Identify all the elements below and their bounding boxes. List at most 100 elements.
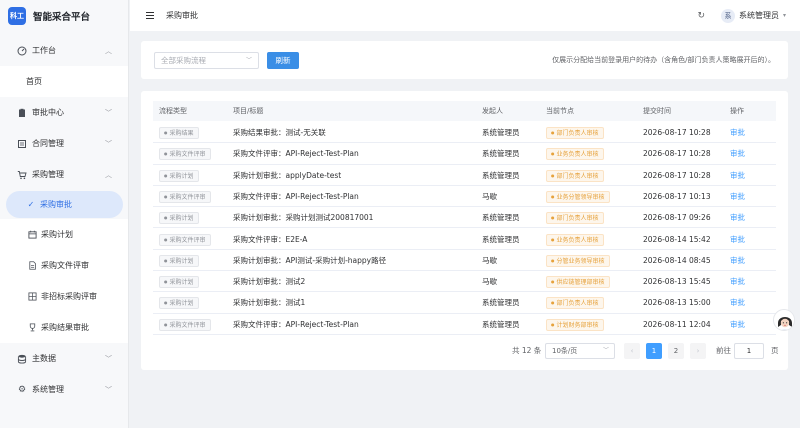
chevron-down-icon: ﹀ xyxy=(245,57,252,64)
sidebar-item-label: 采购计划 xyxy=(41,230,73,239)
chevron-down-icon: ﹀ xyxy=(105,355,112,363)
current-node-tag: 供应链管理部审核 xyxy=(546,276,610,289)
row-initiator: 系统管理员 xyxy=(482,149,520,159)
sidebar-item-system[interactable]: ⚙ 系统管理 ﹀ xyxy=(0,374,128,405)
row-submit-time: 2026-08-14 15:42 xyxy=(643,234,711,244)
row-submit-time: 2026-08-17 10:13 xyxy=(643,191,711,201)
app-logo[interactable]: 科工 智能采合平台 xyxy=(0,0,128,32)
current-node-tag: 部门负责人审核 xyxy=(546,169,604,182)
row-initiator: 系统管理员 xyxy=(482,234,520,244)
approve-link[interactable]: 审批 xyxy=(730,271,745,292)
column-header-type: 流程类型 xyxy=(159,107,187,115)
sidebar-item-procurement-plan[interactable]: 采购计划 xyxy=(0,219,128,250)
approve-link[interactable]: 审批 xyxy=(730,229,745,250)
row-title: 采购计划审批：测试1 xyxy=(233,298,306,308)
chevron-up-icon: ︿ xyxy=(105,171,112,179)
row-initiator: 系统管理员 xyxy=(482,213,520,223)
refresh-button[interactable]: 刷新 xyxy=(267,52,299,69)
table-row: 采购计划 采购计划审批：测试2 马歇 供应链管理部审核 2026-08-13 15:45… xyxy=(153,271,776,293)
current-node-tag: 业务负责人审核 xyxy=(546,148,604,161)
next-page-button[interactable]: › xyxy=(690,343,706,359)
table-row: 采购计划 采购计划审批：采购计划测试200817001 系统管理员 部门负责人审核 20… xyxy=(153,207,776,229)
avatar[interactable]: 系 xyxy=(720,8,735,23)
process-type-tag: 采购文件评审 xyxy=(159,318,211,331)
sidebar-item-non-tender-review[interactable]: 非招标采购评审 xyxy=(0,281,128,312)
filter-bar: 全部采购流程 ﹀ 刷新 仅展示分配给当前登录用户的待办（含角色/部门负责人策略展… xyxy=(141,41,788,79)
row-submit-time: 2026-08-13 15:00 xyxy=(643,298,711,308)
sidebar-item-workbench[interactable]: 工作台 ︿ xyxy=(0,35,128,66)
pagination: 共 12 条 10条/页 ﹀ ‹ 1 2 › 前往 1 页 xyxy=(141,341,788,361)
sidebar-item-label: 审批中心 xyxy=(32,108,64,117)
sidebar-item-label: 采购管理 xyxy=(32,170,64,179)
row-initiator: 系统管理员 xyxy=(482,128,520,137)
row-title: 采购计划审批：采购计划测试200817001 xyxy=(233,213,374,223)
sidebar-item-label: 系统管理 xyxy=(32,385,64,394)
sidebar-nav: 工作台 ︿ 首页 审批中心 ﹀ 合同管理 ﹀ 采购管理 ︿ ✓ 采购审批 采购计… xyxy=(0,35,128,405)
sidebar-item-master-data[interactable]: 主数据 ﹀ xyxy=(0,343,128,374)
sidebar-item-procurement[interactable]: 采购管理 ︿ xyxy=(0,159,128,190)
table-row: 采购文件评审 采购文件评审：API-Reject-Test-Plan 马歇 业务分管领… xyxy=(153,186,776,208)
row-initiator: 系统管理员 xyxy=(482,170,520,180)
approve-link[interactable]: 审批 xyxy=(730,292,745,313)
refresh-icon[interactable]: ↻ xyxy=(697,11,705,21)
process-type-tag: 采购计划 xyxy=(159,297,199,310)
row-initiator: 马歇 xyxy=(482,191,497,201)
sidebar-item-label: 采购文件评审 xyxy=(41,261,89,270)
page-size-select[interactable]: 10条/页 ﹀ xyxy=(545,343,615,359)
app-title: 智能采合平台 xyxy=(33,12,91,23)
row-title: 采购计划审批：测试2 xyxy=(233,277,306,287)
sidebar-item-label: 工作台 xyxy=(32,46,56,55)
sidebar-item-procurement-approval[interactable]: ✓ 采购审批 xyxy=(6,191,123,218)
assistant-avatar[interactable] xyxy=(773,309,795,331)
goto-unit: 页 xyxy=(771,346,779,355)
sidebar-item-home[interactable]: 首页 xyxy=(0,66,128,97)
document-icon xyxy=(27,261,37,271)
current-node-tag: 分管业务领导审核 xyxy=(546,254,610,267)
row-title: 采购计划审批：applyDate-test xyxy=(233,170,342,180)
sidebar: 科工 智能采合平台 工作台 ︿ 首页 审批中心 ﹀ 合同管理 ﹀ 采购管理 ︿ … xyxy=(0,0,129,428)
user-name[interactable]: 系统管理员 xyxy=(739,10,779,21)
approve-link[interactable]: 审批 xyxy=(730,165,745,186)
gear-icon: ⚙ xyxy=(17,384,27,395)
menu-toggle-icon[interactable] xyxy=(146,12,154,19)
row-title: 采购文件评审：E2E-A xyxy=(233,234,308,244)
chevron-up-icon: ︿ xyxy=(105,47,112,55)
prev-page-button[interactable]: ‹ xyxy=(624,343,640,359)
approve-link[interactable]: 审批 xyxy=(730,314,745,335)
calendar-icon xyxy=(27,230,37,240)
row-submit-time: 2026-08-11 12:04 xyxy=(643,319,711,329)
pagination-total: 共 12 条 xyxy=(512,346,542,355)
goto-page-input[interactable]: 1 xyxy=(734,343,764,359)
row-submit-time: 2026-08-17 09:26 xyxy=(643,213,711,223)
approve-link[interactable]: 审批 xyxy=(730,186,745,207)
row-initiator: 马歇 xyxy=(482,277,497,287)
approve-link[interactable]: 审批 xyxy=(730,207,745,228)
chevron-down-icon[interactable]: ▾ xyxy=(783,12,786,19)
sidebar-item-label: 合同管理 xyxy=(32,139,64,148)
page-button-1[interactable]: 1 xyxy=(646,343,662,359)
approve-link[interactable]: 审批 xyxy=(730,122,745,143)
row-initiator: 马歇 xyxy=(482,255,497,265)
sidebar-item-contract[interactable]: 合同管理 ﹀ xyxy=(0,128,128,159)
process-type-tag: 采购计划 xyxy=(159,276,199,289)
page-button-2[interactable]: 2 xyxy=(668,343,684,359)
sidebar-item-label: 主数据 xyxy=(32,354,56,363)
row-submit-time: 2026-08-17 10:28 xyxy=(643,170,711,180)
process-type-tag: 采购文件评审 xyxy=(159,190,211,203)
column-header-node: 当前节点 xyxy=(546,107,574,115)
sidebar-item-procurement-file-review[interactable]: 采购文件评审 xyxy=(0,250,128,281)
approve-link[interactable]: 审批 xyxy=(730,143,745,164)
row-submit-time: 2026-08-17 10:28 xyxy=(643,128,711,137)
process-type-select[interactable]: 全部采购流程 ﹀ xyxy=(154,52,259,69)
process-type-tag: 采购文件评审 xyxy=(159,148,211,161)
approve-link[interactable]: 审批 xyxy=(730,250,745,271)
current-node-tag: 业务分管领导审核 xyxy=(546,190,610,203)
sidebar-item-approval-center[interactable]: 审批中心 ﹀ xyxy=(0,97,128,128)
table-row: 采购计划 采购计划审批：applyDate-test 系统管理员 部门负责人审核 202… xyxy=(153,165,776,186)
process-type-tag: 采购结果 xyxy=(159,127,199,139)
sidebar-item-procurement-result[interactable]: 采购结果审批 xyxy=(0,312,128,343)
chevron-down-icon: ﹀ xyxy=(602,347,609,354)
current-node-tag: 业务负责人审核 xyxy=(546,233,604,246)
select-placeholder: 全部采购流程 xyxy=(161,56,206,65)
column-header-title: 项目/标题 xyxy=(233,107,264,115)
